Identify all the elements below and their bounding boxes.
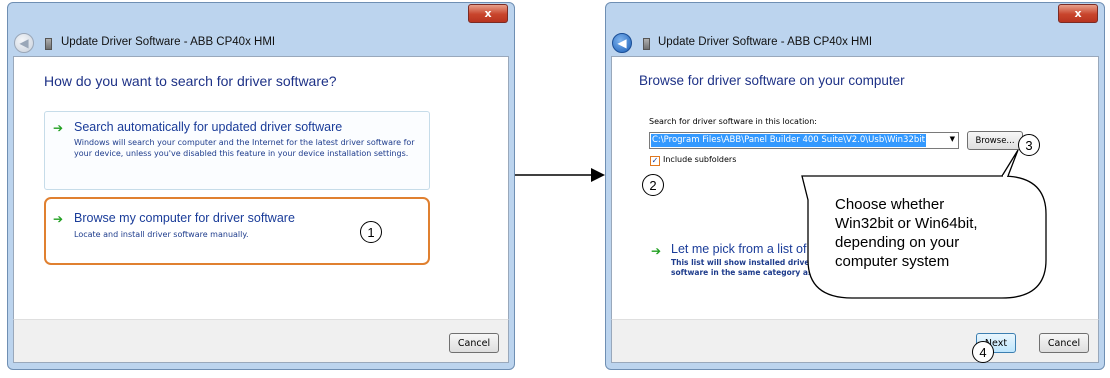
location-label: Search for driver software in this locat… — [649, 117, 817, 126]
dialog-footer: Next Cancel — [611, 319, 1099, 363]
cancel-button[interactable]: Cancel — [449, 333, 499, 353]
device-icon — [45, 38, 52, 50]
option-title: Search automatically for updated driver … — [74, 120, 343, 134]
location-value: C:\Program Files\ABB\Panel Builder 400 S… — [651, 134, 926, 147]
include-subfolders-label: Include subfolders — [663, 155, 737, 164]
callout-text: Choose whether Win32bit or Win64bit, dep… — [835, 195, 1035, 271]
close-button[interactable]: x — [1058, 4, 1098, 23]
pick-desc-line-2: software in the same category as — [671, 268, 813, 277]
pick-option-description: This list will show installed driver sof… — [671, 258, 813, 278]
callout-line: depending on your — [835, 234, 960, 251]
step-1-marker: 1 — [360, 221, 382, 243]
green-arrow-icon: ➔ — [53, 212, 64, 226]
browse-computer-option[interactable]: ➔ Browse my computer for driver software… — [44, 197, 430, 265]
option-title: Browse my computer for driver software — [74, 211, 295, 225]
browse-label: Browse... — [975, 135, 1015, 146]
back-arrow-icon[interactable]: ◀ — [612, 33, 632, 53]
window-title: Update Driver Software - ABB CP40x HMI — [658, 36, 873, 48]
window-title: Update Driver Software - ABB CP40x HMI — [61, 36, 276, 48]
callout-line: Win32bit or Win64bit, — [835, 215, 978, 232]
dropdown-arrow-icon[interactable]: ▼ — [950, 135, 955, 143]
include-subfolders-checkbox[interactable]: ✓ — [650, 156, 660, 166]
step-3-marker: 3 — [1018, 134, 1040, 156]
step-4-marker: 4 — [972, 341, 994, 363]
flow-arrow-icon — [515, 168, 605, 182]
callout-line: computer system — [835, 253, 950, 270]
dialog-search-method: x ◀ Update Driver Software - ABB CP40x H… — [7, 2, 515, 370]
green-arrow-icon: ➔ — [53, 121, 64, 135]
pick-from-list-link[interactable]: Let me pick from a list of — [671, 242, 806, 256]
cancel-button[interactable]: Cancel — [1039, 333, 1089, 353]
option-description: Windows will search your computer and th… — [74, 138, 415, 158]
dialog-browse-location: x ◀ Update Driver Software - ABB CP40x H… — [605, 2, 1105, 370]
dialog-footer: Cancel — [13, 319, 509, 363]
title-bar — [8, 3, 514, 35]
step-2-marker: 2 — [642, 174, 664, 196]
close-button[interactable]: x — [468, 4, 508, 23]
location-combobox[interactable]: C:\Program Files\ABB\Panel Builder 400 S… — [649, 132, 959, 149]
back-arrow-icon[interactable]: ◀ — [14, 33, 34, 53]
content-area: How do you want to search for driver sof… — [13, 56, 509, 320]
device-icon — [643, 38, 650, 50]
pick-desc-line-1: This list will show installed driver — [671, 258, 814, 267]
callout-line: Choose whether — [835, 196, 945, 213]
search-automatically-option[interactable]: ➔ Search automatically for updated drive… — [44, 111, 430, 190]
title-bar — [606, 3, 1104, 35]
content-area: Browse for driver software on your compu… — [611, 56, 1099, 320]
option-description: Locate and install driver software manua… — [74, 230, 249, 239]
green-arrow-icon: ➔ — [651, 244, 662, 258]
browse-button[interactable]: Browse... — [967, 131, 1023, 150]
page-heading: How do you want to search for driver sof… — [44, 73, 337, 89]
page-heading: Browse for driver software on your compu… — [639, 73, 905, 88]
